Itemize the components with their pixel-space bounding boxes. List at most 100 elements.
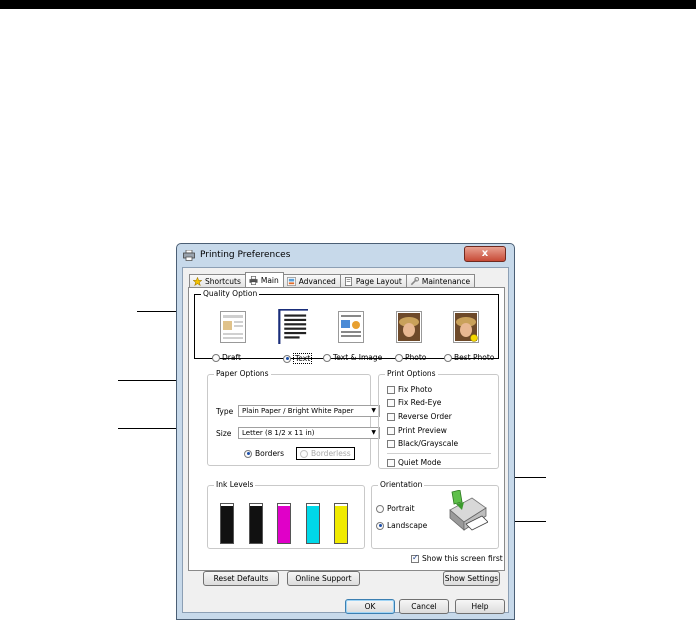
print-options-title: Print Options <box>385 369 438 378</box>
draft-radio[interactable] <box>212 353 220 362</box>
divider <box>387 453 491 454</box>
black-grayscale-checkbox[interactable] <box>387 439 395 448</box>
borders-label: Borders <box>255 449 285 458</box>
black-grayscale-option[interactable]: Black/Grayscale <box>387 439 458 448</box>
fix-red-eye-label: Fix Red-Eye <box>398 398 442 407</box>
show-first-option[interactable]: Show this screen first <box>411 553 503 563</box>
chevron-down-icon: ▼ <box>371 429 376 436</box>
fix-red-eye-option[interactable]: Fix Red-Eye <box>387 398 441 407</box>
tab-shortcuts[interactable]: Shortcuts <box>189 274 246 287</box>
best-photo-label: Best Photo <box>454 353 495 362</box>
star-icon <box>193 276 202 286</box>
quality-option-title: Quality Option <box>201 289 260 298</box>
ink-cartridge-yellow <box>334 503 348 544</box>
paper-type-select[interactable]: Plain Paper / Bright White Paper ▼ <box>238 405 380 417</box>
fix-red-eye-checkbox[interactable] <box>387 398 395 407</box>
print-preview-checkbox[interactable] <box>387 426 395 435</box>
paper-type-value: Plain Paper / Bright White Paper <box>242 407 354 415</box>
tab-page-layout[interactable]: Page Layout <box>339 274 407 287</box>
printer-icon <box>249 275 258 285</box>
borderless-label: Borderless <box>311 449 351 458</box>
fix-photo-option[interactable]: Fix Photo <box>387 385 432 394</box>
print-preview-label: Print Preview <box>398 426 447 435</box>
portrait-option[interactable]: Portrait <box>376 504 415 513</box>
quality-option-group: Quality Option Draft Text Text & Image P… <box>194 289 499 364</box>
landscape-label: Landscape <box>387 521 428 530</box>
advanced-icon <box>286 276 296 286</box>
close-icon: x <box>481 248 489 259</box>
printing-preferences-window: Printing Preferences x Shortcuts Main Ad… <box>176 243 515 620</box>
tab-advanced[interactable]: Advanced <box>282 274 341 287</box>
close-button[interactable]: x <box>464 246 506 262</box>
tab-main[interactable]: Main <box>244 272 284 287</box>
paper-options-group: Paper Options Type Plain Paper / Bright … <box>207 369 380 466</box>
page-header-bar <box>0 0 696 9</box>
paper-options-title: Paper Options <box>214 369 271 378</box>
photo-page-icon <box>396 311 422 343</box>
tab-label: Advanced <box>298 276 336 286</box>
text-image-radio[interactable] <box>323 353 331 362</box>
chevron-down-icon: ▼ <box>371 407 376 414</box>
ink-cartridge-black-2 <box>249 503 263 544</box>
size-label: Size <box>216 429 232 438</box>
ink-cartridge-black-1 <box>220 503 234 544</box>
best-photo-page-icon <box>453 311 479 343</box>
reverse-order-option[interactable]: Reverse Order <box>387 412 452 421</box>
tab-strip: Shortcuts Main Advanced Page Layout Main… <box>189 272 476 287</box>
best-photo-radio[interactable] <box>444 353 452 362</box>
ink-levels-title: Ink Levels <box>214 480 256 489</box>
landscape-radio[interactable] <box>376 521 384 530</box>
borderless-option[interactable]: Borderless <box>296 447 355 460</box>
tab-maintenance[interactable]: Maintenance <box>405 274 476 287</box>
help-button[interactable]: Help <box>455 599 505 614</box>
page-icon <box>344 276 352 286</box>
photo-label: Photo <box>405 353 427 362</box>
ink-level-fill <box>250 505 262 543</box>
show-first-label: Show this screen first <box>422 554 503 563</box>
dialog-client: Shortcuts Main Advanced Page Layout Main… <box>182 267 509 614</box>
online-support-button[interactable]: Online Support <box>287 571 360 586</box>
borders-radio[interactable] <box>244 449 252 458</box>
print-preview-option[interactable]: Print Preview <box>387 426 447 435</box>
reverse-order-checkbox[interactable] <box>387 412 395 421</box>
orientation-title: Orientation <box>378 480 425 489</box>
reset-defaults-button[interactable]: Reset Defaults <box>203 571 279 586</box>
title-bar[interactable]: Printing Preferences x <box>177 244 514 267</box>
text-radio[interactable] <box>283 354 291 363</box>
draft-page-icon <box>220 311 246 343</box>
tab-label: Maintenance <box>421 276 471 286</box>
borderless-radio[interactable] <box>300 449 308 458</box>
tab-label: Shortcuts <box>205 276 241 286</box>
paper-size-value: Letter (8 1/2 x 11 in) <box>242 429 315 437</box>
draft-label: Draft <box>222 353 241 362</box>
fix-photo-label: Fix Photo <box>398 385 433 394</box>
type-label: Type <box>216 407 234 416</box>
portrait-label: Portrait <box>387 504 415 513</box>
show-first-checkbox[interactable] <box>411 553 419 563</box>
window-title: Printing Preferences <box>200 250 291 260</box>
portrait-radio[interactable] <box>376 504 384 513</box>
cancel-button[interactable]: Cancel <box>399 599 449 614</box>
photo-radio[interactable] <box>395 353 403 362</box>
ink-cartridge-magenta <box>277 503 291 544</box>
tab-label: Main <box>260 275 279 285</box>
text-image-page-icon <box>338 311 364 343</box>
ink-level-fill <box>278 505 290 543</box>
ink-level-fill <box>335 505 347 543</box>
fix-photo-checkbox[interactable] <box>387 385 395 394</box>
print-options-group: Print Options Fix Photo Fix Red-Eye Reve… <box>378 369 499 469</box>
reverse-order-label: Reverse Order <box>398 412 452 421</box>
landscape-option[interactable]: Landscape <box>376 521 427 530</box>
ink-levels-group: Ink Levels <box>207 480 365 549</box>
show-settings-button[interactable]: Show Settings <box>443 571 500 586</box>
ok-button[interactable]: OK <box>345 599 395 614</box>
ink-level-fill <box>307 505 319 543</box>
main-tab-panel: Quality Option Draft Text Text & Image P… <box>188 287 505 571</box>
quiet-mode-label: Quiet Mode <box>398 458 442 467</box>
black-grayscale-label: Black/Grayscale <box>398 439 459 448</box>
paper-size-select[interactable]: Letter (8 1/2 x 11 in) ▼ <box>238 427 380 439</box>
printer-icon <box>183 250 195 261</box>
borders-option[interactable]: Borders <box>244 449 284 458</box>
quiet-mode-option[interactable]: Quiet Mode <box>387 458 441 467</box>
quiet-mode-checkbox[interactable] <box>387 458 395 467</box>
